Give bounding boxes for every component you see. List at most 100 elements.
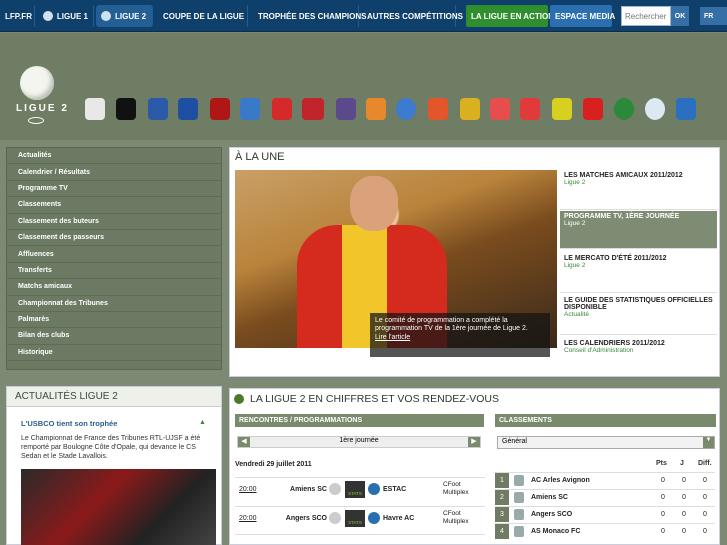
club-crest-icon[interactable] xyxy=(645,98,665,120)
club-crest-icon[interactable] xyxy=(116,98,136,120)
menu-item-bilan[interactable]: Bilan des clubs xyxy=(7,328,221,345)
club-crest-icon[interactable] xyxy=(366,98,386,120)
search-input[interactable] xyxy=(621,6,671,26)
site-label: LFP.FR xyxy=(5,11,32,21)
nav-ligue2[interactable]: LIGUE 2 xyxy=(96,5,153,27)
actu-headline[interactable]: L'USBCO tient son trophée xyxy=(21,419,117,428)
nav-ligue1[interactable]: LIGUE 1 xyxy=(38,5,94,27)
ball-icon xyxy=(101,11,111,21)
nav-ligue-action[interactable]: LA LIGUE EN ACTION xyxy=(466,5,554,27)
club-crest-icon[interactable] xyxy=(614,98,634,120)
nav-trophee[interactable]: TROPHÉE DES CHAMPIONS xyxy=(249,5,366,27)
pts: 0 xyxy=(655,528,671,535)
une-item-cat: Ligue 2 xyxy=(564,179,586,186)
menu-item-classements[interactable]: Classements xyxy=(7,197,221,214)
diff: 0 xyxy=(697,494,713,501)
club-crest-icon[interactable] xyxy=(552,98,572,120)
stats-button[interactable]: STATS xyxy=(345,481,365,498)
menu-item-affluences[interactable]: Affluences xyxy=(7,246,221,263)
pts: 0 xyxy=(655,511,671,518)
ball-icon xyxy=(43,11,53,21)
club-crest-icon[interactable] xyxy=(178,98,198,120)
club-crest-icon[interactable] xyxy=(520,98,540,120)
une-title: À LA UNE xyxy=(235,151,285,163)
next-arrow-icon[interactable]: ▶ xyxy=(468,437,480,447)
site-link[interactable]: LFP.FR xyxy=(0,5,35,27)
chevron-up-icon[interactable]: ▲ xyxy=(199,419,206,426)
diff: 0 xyxy=(697,528,713,535)
chevron-down-icon[interactable]: ▼ xyxy=(703,437,714,448)
nav-autres[interactable]: AUTRES COMPÉTITIONS xyxy=(362,5,463,27)
prev-arrow-icon[interactable]: ◀ xyxy=(238,437,250,447)
une-item-title: LE MERCATO D'ÉTÉ 2011/2012 xyxy=(564,255,667,262)
une-item-title: LE GUIDE DES STATISTIQUES OFFICIELLES DI… xyxy=(564,297,713,311)
classement-select[interactable]: Général ▼ xyxy=(497,436,715,449)
menu-item-programme-tv[interactable]: Programme TV xyxy=(7,181,221,198)
pts: 0 xyxy=(655,477,671,484)
une-item-title: LES CALENDRIERS 2011/2012 xyxy=(564,340,665,347)
club-crest-icon xyxy=(514,509,524,520)
une-item[interactable]: LE GUIDE DES STATISTIQUES OFFICIELLES DI… xyxy=(560,295,717,335)
journee-selector[interactable]: ◀ 1ère journée ▶ xyxy=(237,436,481,448)
match-time[interactable]: 20:00 xyxy=(239,515,257,522)
nav-label: AUTRES COMPÉTITIONS xyxy=(367,11,464,21)
tv-channel: CFoot Multiplex xyxy=(443,481,469,496)
club-crest-icon[interactable] xyxy=(240,98,260,120)
une-item-active[interactable]: PROGRAMME TV, 1ÈRE JOURNÉE Ligue 2 xyxy=(560,211,717,249)
club-crest-icon[interactable] xyxy=(490,98,510,120)
caption-link[interactable]: Lire l'article xyxy=(375,334,410,341)
top-navigation: LFP.FR LIGUE 1 LIGUE 2 COUPE DE LA LIGUE… xyxy=(0,0,727,32)
nav-coupe-ligue[interactable]: COUPE DE LA LIGUE xyxy=(154,5,248,27)
table-row[interactable]: 1 AC Arles Avignon 0 0 0 xyxy=(495,472,715,488)
stats-button[interactable]: STATS xyxy=(345,510,365,527)
diff: 0 xyxy=(697,511,713,518)
club-crest-icon[interactable] xyxy=(428,98,448,120)
club-crest-icon[interactable] xyxy=(396,98,416,120)
club-crest-icon[interactable] xyxy=(302,98,324,120)
language-select[interactable]: FR xyxy=(700,7,727,25)
une-item[interactable]: LE MERCATO D'ÉTÉ 2011/2012 Ligue 2 xyxy=(560,253,717,293)
nav-label: LIGUE 1 xyxy=(56,11,88,21)
menu-item-palmares[interactable]: Palmarès xyxy=(7,312,221,329)
club-crest-icon[interactable] xyxy=(148,98,168,120)
une-item-cat: Ligue 2 xyxy=(564,220,586,227)
classements-header: CLASSEMENTS xyxy=(495,414,716,427)
club-crest-icon[interactable] xyxy=(583,98,603,120)
a-la-une-panel: À LA UNE Le comité de programmation a co… xyxy=(229,147,720,377)
menu-item-passeurs[interactable]: Classement des passeurs xyxy=(7,230,221,247)
menu-item-actualites[interactable]: Actualités xyxy=(7,148,221,165)
club-crest-icon[interactable] xyxy=(336,98,356,120)
club-crest-icon xyxy=(329,483,341,495)
table-row[interactable]: 4 AS Monaco FC 0 0 0 xyxy=(495,523,715,539)
une-photo[interactable]: Le comité de programmation a complété la… xyxy=(235,170,557,357)
match-time[interactable]: 20:00 xyxy=(239,486,257,493)
club-name: Angers SCO xyxy=(531,511,573,518)
played: 0 xyxy=(676,528,692,535)
menu-item-transferts[interactable]: Transferts xyxy=(7,263,221,280)
table-row[interactable]: 2 Amiens SC 0 0 0 xyxy=(495,489,715,505)
ligue2-logo[interactable] xyxy=(20,66,54,100)
ball-icon xyxy=(234,394,244,404)
table-row xyxy=(235,534,485,545)
club-crest-icon[interactable] xyxy=(85,98,105,120)
une-item[interactable]: LES MATCHES AMICAUX 2011/2012 Ligue 2 xyxy=(560,170,717,210)
menu-item-calendrier[interactable]: Calendrier / Résultats xyxy=(7,164,221,181)
actu-body: Le Championnat de France des Tribunes RT… xyxy=(21,435,201,460)
club-crest-icon[interactable] xyxy=(460,98,480,120)
club-crest-icon[interactable] xyxy=(210,98,230,120)
club-crest-icon xyxy=(368,512,380,524)
search-button[interactable]: OK xyxy=(671,6,689,26)
club-crest-icon[interactable] xyxy=(272,98,292,120)
rank: 3 xyxy=(495,507,509,522)
une-item-cat: Ligue 2 xyxy=(564,262,586,269)
club-crest-icon[interactable] xyxy=(676,98,696,120)
actu-photo[interactable] xyxy=(21,469,216,545)
menu-item-matchs-amicaux[interactable]: Matchs amicaux xyxy=(7,279,221,296)
menu-item-historique[interactable]: Historique xyxy=(7,345,221,362)
une-item[interactable]: LES CALENDRIERS 2011/2012 Conseil d'Admi… xyxy=(560,338,717,374)
menu-item-buteurs[interactable]: Classement des buteurs xyxy=(7,214,221,230)
table-row[interactable]: 3 Angers SCO 0 0 0 xyxy=(495,506,715,522)
menu-item-tribunes[interactable]: Championnat des Tribunes xyxy=(7,296,221,312)
nav-espace-media[interactable]: ESPACE MEDIA xyxy=(550,5,615,27)
away-team: ESTAC xyxy=(383,486,407,493)
